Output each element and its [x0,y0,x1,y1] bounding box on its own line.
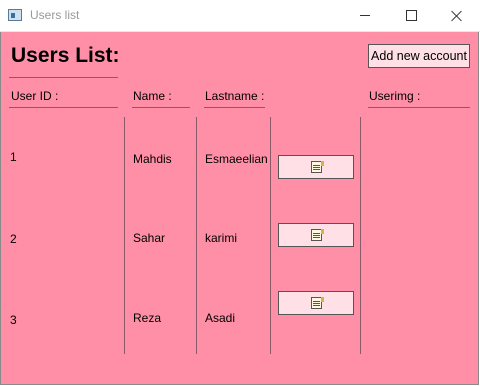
column-underline [204,107,265,108]
column-underline [9,107,118,108]
user-id-cell: 2 [10,232,17,246]
column-separator [360,117,361,354]
column-header-name: Name : [133,89,172,103]
column-underline [368,107,470,108]
column-underline [132,107,190,108]
user-name-cell: Reza [133,311,162,325]
column-separator [270,117,271,354]
column-header-lastname: Lastname : [205,89,265,103]
document-icon [310,161,324,173]
maximize-button[interactable] [388,0,434,31]
page-title: Users List: [11,44,120,67]
app-icon [8,9,22,21]
close-button[interactable] [434,0,480,31]
column-header-userimg: Userimg : [369,89,421,103]
minimize-icon [360,15,370,16]
user-image-button[interactable] [278,223,354,247]
user-image-button[interactable] [278,155,354,179]
add-new-account-button[interactable]: Add new account [368,44,470,68]
document-icon [310,229,324,241]
column-separator [196,117,197,354]
maximize-icon [405,10,417,21]
user-lastname-cell: karimi [205,231,237,245]
window-title: Users list [30,8,80,22]
column-separator [124,117,125,354]
user-image-button[interactable] [278,291,354,315]
close-icon [451,10,463,22]
user-lastname-cell: Asadi [205,311,236,325]
column-header-user-id: User ID : [11,89,59,103]
user-lastname-cell: Esmaeelian [205,152,268,166]
user-name-cell: Sahar [133,231,166,245]
title-underline [9,77,118,78]
user-id-cell: 3 [10,313,17,327]
title-bar[interactable]: Users list [0,0,480,32]
document-icon [310,297,324,309]
user-id-cell: 1 [10,150,17,164]
minimize-button[interactable] [342,0,388,31]
user-name-cell: Mahdis [133,152,172,166]
